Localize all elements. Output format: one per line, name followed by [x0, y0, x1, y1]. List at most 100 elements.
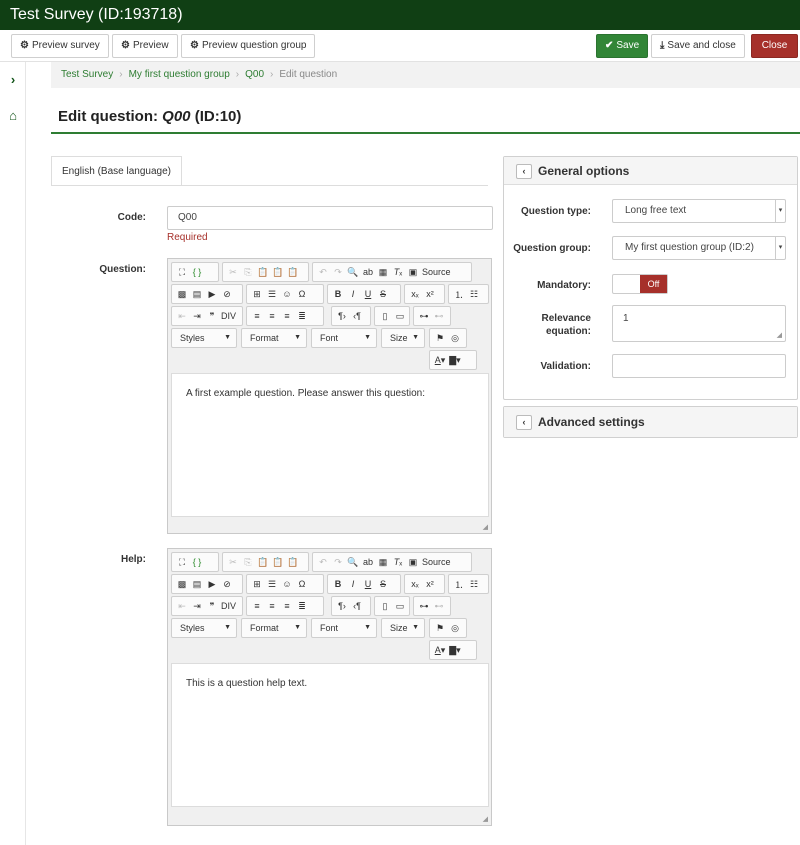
chevron-left-icon[interactable]: ‹	[516, 164, 532, 179]
flash-icon[interactable]: ▤	[191, 289, 203, 300]
bg-color-icon[interactable]: ▇▾	[449, 645, 461, 656]
copy-icon[interactable]: ⎘	[242, 267, 254, 278]
table-icon[interactable]: ⊞	[251, 289, 263, 300]
validation-input[interactable]	[612, 354, 786, 378]
select-all-icon[interactable]: ▦	[377, 267, 389, 278]
document-icon[interactable]: ▭	[394, 601, 406, 612]
unlink-icon[interactable]: ⊷	[433, 601, 445, 612]
redo-icon[interactable]: ↷	[332, 557, 344, 568]
smiley-icon[interactable]: ☺	[281, 289, 293, 299]
redo-icon[interactable]: ↷	[332, 267, 344, 278]
align-left-icon[interactable]: ≡	[251, 601, 263, 611]
div-icon[interactable]: DIV	[221, 311, 236, 321]
strikethrough-icon[interactable]: S	[377, 579, 389, 589]
source-button[interactable]: Source	[422, 557, 451, 567]
text-color-icon[interactable]: A▾	[434, 355, 446, 366]
blockquote-icon[interactable]: ❞	[206, 311, 218, 322]
template-icon[interactable]: ▯	[379, 601, 391, 612]
expression-icon[interactable]: { }	[191, 267, 203, 277]
preview-button[interactable]: ⚙ Preview	[112, 34, 178, 58]
indent-icon[interactable]: ⇥	[191, 601, 203, 612]
preview-survey-button[interactable]: ⚙ Preview survey	[11, 34, 109, 58]
save-button[interactable]: ✔ Save	[596, 34, 649, 58]
resize-handle-icon[interactable]: ◢	[483, 815, 488, 823]
select-all-icon[interactable]: ▦	[377, 557, 389, 568]
div-icon[interactable]: DIV	[221, 601, 236, 611]
globe-icon[interactable]: ◎	[449, 333, 461, 344]
flag-icon[interactable]: ⚑	[434, 623, 446, 634]
outdent-icon[interactable]: ⇤	[176, 311, 188, 322]
remove-format-icon[interactable]: Tₓ	[392, 557, 404, 567]
home-icon[interactable]: ⌂	[0, 108, 26, 123]
source-icon[interactable]: ▣	[407, 267, 419, 278]
ltr-icon[interactable]: ¶›	[336, 601, 348, 611]
font-dropdown[interactable]: Font ▼	[311, 328, 377, 348]
subscript-icon[interactable]: xₓ	[409, 289, 421, 299]
blockquote-icon[interactable]: ❞	[206, 601, 218, 612]
link-browse-icon[interactable]: ⊘	[221, 579, 233, 590]
resize-handle-icon[interactable]: ◢	[777, 331, 782, 339]
breadcrumb-group[interactable]: My first question group	[129, 69, 230, 80]
superscript-icon[interactable]: x²	[424, 579, 436, 589]
size-dropdown[interactable]: Size ▼	[381, 328, 425, 348]
general-options-header[interactable]: ‹ General options	[504, 157, 797, 185]
bold-icon[interactable]: B	[332, 579, 344, 589]
chevron-left-icon[interactable]: ‹	[516, 415, 532, 430]
align-center-icon[interactable]: ≡	[266, 311, 278, 321]
undo-icon[interactable]: ↶	[317, 267, 329, 278]
question-text-area[interactable]: A first example question. Please answer …	[171, 373, 489, 517]
unlink-icon[interactable]: ⊷	[433, 311, 445, 322]
size-dropdown[interactable]: Size ▼	[381, 618, 425, 638]
document-icon[interactable]: ▭	[394, 311, 406, 322]
italic-icon[interactable]: I	[347, 579, 359, 589]
mandatory-toggle[interactable]: Off	[612, 274, 668, 294]
copy-icon[interactable]: ⎘	[242, 557, 254, 568]
template-icon[interactable]: ▯	[379, 311, 391, 322]
resize-handle-icon[interactable]: ◢	[483, 523, 488, 531]
preview-question-group-button[interactable]: ⚙ Preview question group	[181, 34, 316, 58]
cut-icon[interactable]: ✂	[227, 267, 239, 278]
undo-icon[interactable]: ↶	[317, 557, 329, 568]
special-char-icon[interactable]: Ω	[296, 289, 308, 299]
rtl-icon[interactable]: ‹¶	[351, 311, 363, 321]
question-type-select[interactable]: Long free text ▾	[612, 199, 786, 223]
maximize-icon[interactable]: ⛶	[176, 557, 188, 568]
find-icon[interactable]: 🔍	[347, 557, 359, 568]
code-input[interactable]: Q00	[167, 206, 493, 230]
flash-icon[interactable]: ▤	[191, 579, 203, 590]
underline-icon[interactable]: U	[362, 579, 374, 589]
bg-color-icon[interactable]: ▇▾	[449, 355, 461, 366]
close-button[interactable]: Close	[751, 34, 798, 58]
text-color-icon[interactable]: A▾	[434, 645, 446, 656]
paste-text-icon[interactable]: 📋	[272, 557, 284, 568]
bulleted-list-icon[interactable]: ☷	[468, 289, 480, 300]
remove-format-icon[interactable]: Tₓ	[392, 267, 404, 277]
smiley-icon[interactable]: ☺	[281, 579, 293, 589]
styles-dropdown[interactable]: Styles ▼	[171, 618, 237, 638]
justify-icon[interactable]: ≣	[296, 311, 308, 322]
youtube-icon[interactable]: ▶	[206, 579, 218, 590]
format-dropdown[interactable]: Format ▼	[241, 618, 307, 638]
indent-icon[interactable]: ⇥	[191, 311, 203, 322]
youtube-icon[interactable]: ▶	[206, 289, 218, 300]
format-dropdown[interactable]: Format ▼	[241, 328, 307, 348]
save-and-close-button[interactable]: ⤓ Save and close	[651, 34, 745, 58]
superscript-icon[interactable]: x²	[424, 289, 436, 299]
table-icon[interactable]: ⊞	[251, 579, 263, 590]
flag-icon[interactable]: ⚑	[434, 333, 446, 344]
find-icon[interactable]: 🔍	[347, 267, 359, 278]
replace-icon[interactable]: ab	[362, 557, 374, 567]
bold-icon[interactable]: B	[332, 289, 344, 299]
align-right-icon[interactable]: ≡	[281, 601, 293, 611]
globe-icon[interactable]: ◎	[449, 623, 461, 634]
horizontal-rule-icon[interactable]: ☰	[266, 579, 278, 590]
subscript-icon[interactable]: xₓ	[409, 579, 421, 589]
question-group-select[interactable]: My first question group (ID:2) ▾	[612, 236, 786, 260]
expression-icon[interactable]: { }	[191, 557, 203, 567]
tab-base-language[interactable]: English (Base language)	[51, 156, 182, 185]
italic-icon[interactable]: I	[347, 289, 359, 299]
breadcrumb-survey[interactable]: Test Survey	[61, 69, 113, 80]
maximize-icon[interactable]: ⛶	[176, 267, 188, 278]
help-text-area[interactable]: This is a question help text.	[171, 663, 489, 807]
align-left-icon[interactable]: ≡	[251, 311, 263, 321]
